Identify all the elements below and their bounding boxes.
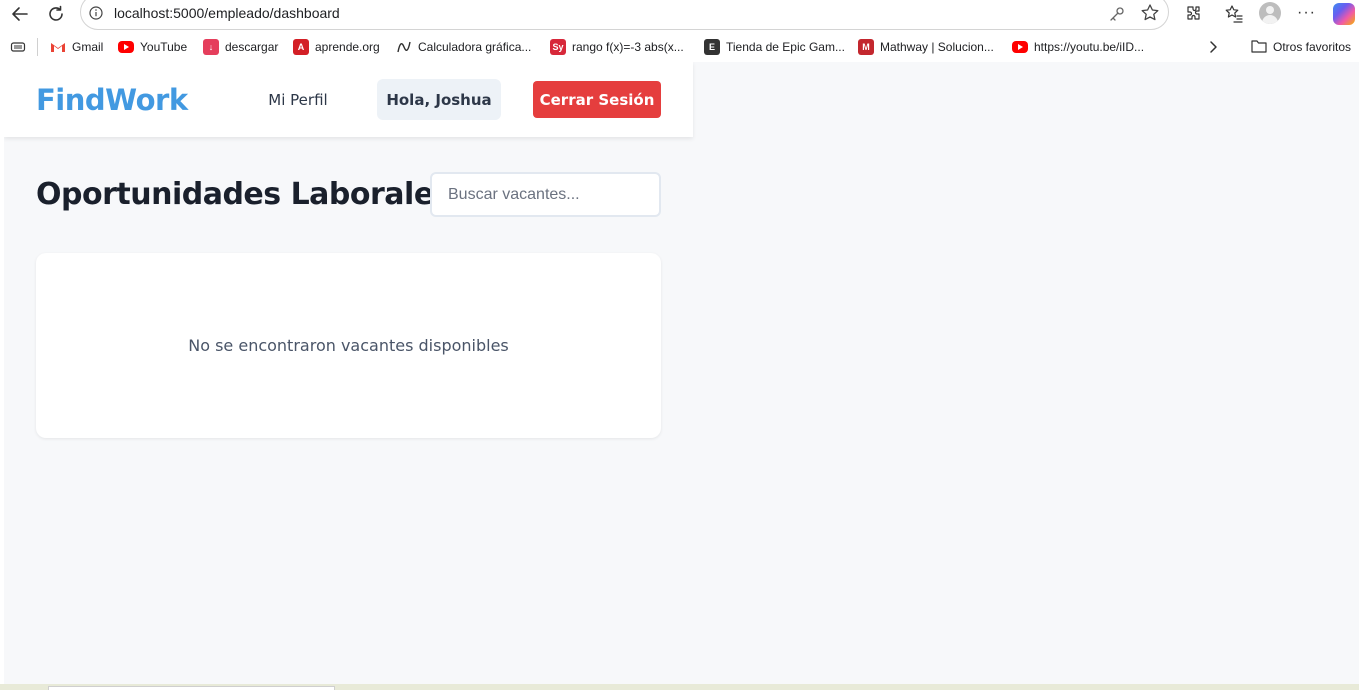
page-title: Oportunidades Laborales	[36, 177, 452, 212]
youtube-icon	[118, 41, 134, 53]
bookmark-youtube[interactable]: YouTube	[118, 39, 187, 55]
copilot-icon[interactable]	[1333, 3, 1355, 25]
bookmark-descargar[interactable]: ↓ descargar	[203, 39, 278, 55]
favorite-star-icon[interactable]	[1140, 3, 1160, 28]
brand-logo[interactable]: FindWork	[36, 83, 188, 117]
site-info-icon[interactable]	[89, 6, 103, 20]
epic-games-icon: E	[704, 39, 720, 55]
bookmark-aprende[interactable]: A aprende.org	[293, 39, 380, 55]
other-favorites[interactable]: Otros favoritos	[1251, 39, 1351, 55]
password-key-icon[interactable]	[1108, 5, 1126, 28]
empty-state-message: No se encontraron vacantes disponibles	[188, 336, 509, 355]
bookmark-epic-games[interactable]: E Tienda de Epic Gam...	[704, 39, 845, 55]
mathway-icon: M	[858, 39, 874, 55]
logout-button[interactable]: Cerrar Sesión	[533, 81, 661, 118]
back-arrow-icon[interactable]	[8, 2, 32, 26]
more-menu-icon[interactable]: ···	[1297, 4, 1316, 22]
gmail-icon	[50, 39, 66, 55]
symbolab-icon: Sy	[550, 39, 566, 55]
bookmarks-overflow-chevron-icon[interactable]	[1207, 39, 1219, 55]
user-greeting: Hola, Joshua	[377, 79, 501, 120]
bookmarks-bar: Gmail YouTube ↓ descargar A aprende.org …	[0, 34, 1359, 60]
desmos-icon	[396, 39, 412, 55]
bookmarks-divider	[37, 38, 38, 56]
bookmark-symbolab[interactable]: Sy rango f(x)=-3 abs(x...	[550, 39, 684, 55]
youtube-icon	[1012, 41, 1028, 53]
site-navbar: FindWork Mi Perfil Hola, Joshua Cerrar S…	[4, 62, 693, 137]
vacancies-card: No se encontraron vacantes disponibles	[36, 253, 661, 438]
address-url[interactable]: localhost:5000/empleado/dashboard	[114, 5, 340, 21]
tab-actions-icon[interactable]	[10, 39, 26, 55]
taskbar-tab[interactable]	[48, 686, 335, 690]
bookmark-gmail[interactable]: Gmail	[50, 39, 103, 55]
profile-link[interactable]: Mi Perfil	[252, 80, 344, 120]
favorites-list-icon[interactable]	[1222, 2, 1246, 26]
folder-icon	[1251, 39, 1267, 56]
aprende-icon: A	[293, 39, 309, 55]
bookmark-desmos[interactable]: Calculadora gráfica...	[396, 39, 531, 55]
extensions-icon[interactable]	[1181, 2, 1205, 26]
search-input[interactable]	[430, 172, 661, 217]
download-icon: ↓	[203, 39, 219, 55]
profile-avatar-icon[interactable]	[1259, 2, 1281, 24]
bookmark-mathway[interactable]: M Mathway | Solucion...	[858, 39, 994, 55]
page-viewport: FindWork Mi Perfil Hola, Joshua Cerrar S…	[4, 62, 1359, 684]
bookmark-youtube-link[interactable]: https://youtu.be/iID...	[1012, 39, 1144, 55]
reload-icon[interactable]	[44, 2, 68, 26]
browser-toolbar: localhost:5000/empleado/dashboard ···	[0, 0, 1359, 30]
